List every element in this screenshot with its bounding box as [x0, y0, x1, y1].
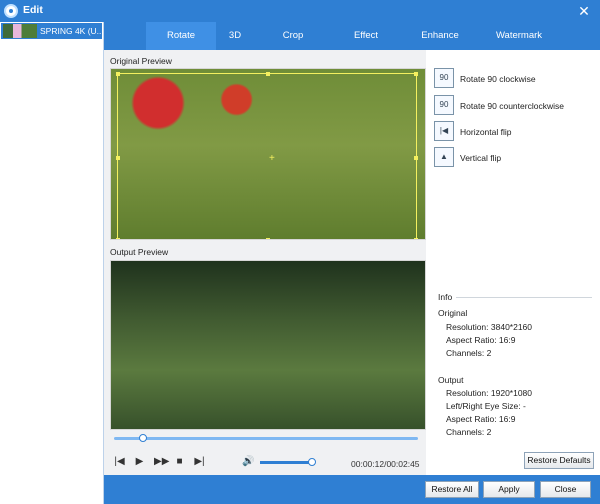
tab-rotate[interactable]: Rotate	[146, 22, 216, 50]
forward-icon[interactable]: ▶▶	[154, 456, 169, 467]
tab-crop[interactable]: Crop	[272, 22, 314, 50]
file-list: SPRING 4K (U...	[0, 22, 104, 504]
volume-handle[interactable]	[308, 458, 316, 466]
horizontal-flip-icon[interactable]: |◀	[434, 121, 454, 141]
output-info-title: Output	[438, 375, 464, 385]
output-preview	[110, 260, 426, 430]
video-thumbnail	[3, 24, 37, 38]
tab-enhance[interactable]: Enhance	[411, 22, 469, 50]
tab-bar: Rotate 3D Crop Effect Enhance Watermark	[104, 22, 600, 50]
rotate-clockwise-action[interactable]: 90 Rotate 90 clockwise	[434, 68, 594, 90]
play-icon[interactable]: ▶	[134, 456, 145, 467]
rotate-counterclockwise-label: Rotate 90 counterclockwise	[460, 101, 564, 111]
vertical-flip-action[interactable]: ▲ Vertical flip	[434, 147, 594, 169]
vertical-flip-icon[interactable]: ▲	[434, 147, 454, 167]
crop-handle[interactable]	[266, 238, 270, 239]
tab-watermark[interactable]: Watermark	[485, 22, 553, 50]
skip-forward-icon[interactable]: ▶|	[194, 456, 205, 467]
seek-bar[interactable]	[114, 434, 418, 442]
stop-icon[interactable]: ■	[174, 456, 185, 467]
info-divider	[456, 297, 592, 298]
tab-effect[interactable]: Effect	[339, 22, 393, 50]
rotate-clockwise-icon[interactable]: 90	[434, 68, 454, 88]
original-aspect-ratio: Aspect Ratio: 16:9	[446, 335, 516, 345]
output-preview-label: Output Preview	[110, 247, 169, 257]
original-preview-label: Original Preview	[110, 56, 172, 66]
title-bar: Edit ✕	[0, 0, 600, 22]
crop-center-marker: +	[269, 153, 275, 164]
close-button[interactable]: Close	[540, 481, 591, 498]
file-item[interactable]: SPRING 4K (U...	[1, 23, 104, 39]
output-video-frame	[111, 261, 425, 429]
restore-defaults-button[interactable]: Restore Defaults	[524, 452, 594, 469]
app-icon	[4, 4, 18, 18]
apply-button[interactable]: Apply	[483, 481, 535, 498]
volume-icon[interactable]: 🔊	[242, 456, 254, 467]
crop-handle[interactable]	[414, 72, 418, 76]
horizontal-flip-action[interactable]: |◀ Horizontal flip	[434, 121, 594, 143]
crop-handle[interactable]	[414, 156, 418, 160]
crop-frame[interactable]	[116, 72, 418, 239]
crop-handle[interactable]	[116, 72, 120, 76]
output-aspect-ratio: Aspect Ratio: 16:9	[446, 414, 516, 424]
restore-all-button[interactable]: Restore All	[425, 481, 479, 498]
skip-back-icon[interactable]: |◀	[114, 456, 125, 467]
file-name: SPRING 4K (U...	[40, 26, 104, 36]
crop-handle[interactable]	[414, 238, 418, 239]
original-preview: +	[110, 68, 426, 240]
seek-handle[interactable]	[139, 434, 147, 442]
output-eye-size: Left/Right Eye Size: -	[446, 401, 526, 411]
original-resolution: Resolution: 3840*2160	[446, 322, 533, 332]
close-icon[interactable]: ✕	[576, 3, 592, 19]
original-info-title: Original	[438, 308, 468, 318]
crop-handle[interactable]	[266, 72, 270, 76]
rotate-clockwise-label: Rotate 90 clockwise	[460, 74, 536, 84]
rotate-counterclockwise-icon[interactable]: 90	[434, 95, 454, 115]
rotate-panel: 90 Rotate 90 clockwise 90 Rotate 90 coun…	[426, 50, 600, 504]
main-panel: Original Preview + Output Preview |◀ ▶ ▶…	[104, 50, 600, 504]
output-channels: Channels: 2	[446, 427, 492, 437]
volume-slider[interactable]	[260, 461, 312, 464]
playback-time: 00:00:12/00:02:45	[351, 459, 420, 469]
footer-bar: Restore All Apply Close	[104, 475, 600, 504]
original-channels: Channels: 2	[446, 348, 492, 358]
horizontal-flip-label: Horizontal flip	[460, 127, 512, 137]
crop-handle[interactable]	[116, 156, 120, 160]
vertical-flip-label: Vertical flip	[460, 153, 502, 163]
player-controls: |◀ ▶ ▶▶ ■ ▶| 🔊 00:00:12/00:02:45	[110, 434, 426, 476]
window-title: Edit	[23, 4, 43, 16]
crop-handle[interactable]	[116, 238, 120, 239]
output-resolution: Resolution: 1920*1080	[446, 388, 533, 398]
tab-3d[interactable]: 3D	[216, 22, 254, 50]
info-title: Info	[438, 292, 453, 302]
rotate-counterclockwise-action[interactable]: 90 Rotate 90 counterclockwise	[434, 95, 594, 117]
